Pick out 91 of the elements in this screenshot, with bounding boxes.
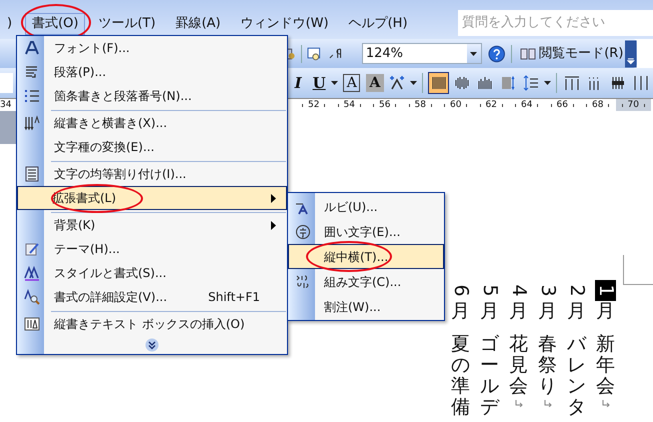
menu-item[interactable]: ルビ(U)... — [288, 194, 444, 219]
enclosed-character-icon — [294, 224, 310, 240]
menu-item[interactable]: フォント(F)... — [17, 36, 287, 60]
menu-item[interactable]: 書式の詳細設定(V)... Shift+F1 — [17, 285, 287, 309]
event-text: 春祭り — [538, 334, 557, 397]
styles-icon — [24, 265, 40, 281]
character-spacing-icon — [389, 75, 406, 91]
menu-item[interactable]: 縦書きと横書き(X)... — [17, 108, 287, 135]
ruler-number: 56 — [379, 100, 390, 110]
text-boundary-mark — [623, 255, 653, 285]
help-icon[interactable] — [488, 44, 506, 62]
toolbar-options-icon[interactable] — [625, 40, 638, 68]
event-text: ゴールデ — [480, 334, 499, 418]
ruler-number: 70 — [628, 100, 639, 110]
menu-item[interactable]: 文字の均等割り付け(I)... — [17, 159, 287, 186]
caret-icon — [330, 81, 338, 85]
ruler-number: 34 — [0, 100, 12, 110]
ruler-number: 62 — [486, 100, 497, 110]
menu-item[interactable]: 文字種の変換(E)... — [17, 135, 287, 159]
vertical-text-icon — [24, 115, 40, 131]
event-text: 新年会 — [596, 334, 615, 397]
caret-icon — [410, 81, 417, 85]
font-icon — [24, 40, 40, 56]
paragraph-icon — [24, 64, 40, 80]
menu-item[interactable]: ウィンドウ(W) — [234, 13, 336, 35]
month-text: 1月 — [595, 280, 616, 322]
search-field[interactable]: 質問を入力してください — [458, 10, 653, 36]
month-text: 3月 — [537, 283, 558, 322]
menu-item[interactable]: ) — [0, 13, 20, 35]
character-border-button[interactable]: A — [343, 74, 360, 92]
menu-item[interactable]: 縦中横(T)... — [288, 244, 444, 269]
menu-item[interactable]: ツール(T) — [91, 13, 163, 35]
combined-characters-icon — [294, 274, 310, 290]
menu-item[interactable]: 囲い文字(E)... — [288, 219, 444, 244]
vertical-ruler — [0, 111, 16, 144]
menu-item[interactable]: 罫線(A) — [168, 13, 228, 35]
month-text: 5月 — [479, 283, 500, 322]
menu-item[interactable]: 書式(O) — [25, 13, 86, 35]
toolbar-button[interactable] — [428, 72, 450, 94]
event-text: バレンタ — [567, 334, 586, 418]
magnifier-icon — [24, 289, 40, 305]
vertical-textbox-icon — [24, 316, 40, 332]
paragraph-mark-icon — [544, 399, 552, 407]
submenu-arrow-icon — [271, 220, 276, 230]
centered-lines-icon — [454, 75, 470, 91]
line-spacing-icon — [522, 75, 539, 91]
emphasis-lines-icon — [610, 75, 626, 91]
month-text: 4月 — [508, 283, 529, 322]
menu-item[interactable]: 箇条書きと段落番号(N)... — [17, 84, 287, 108]
italic-button[interactable]: I — [288, 72, 309, 94]
indent-lines-icon — [564, 75, 580, 91]
bullet-list-icon — [24, 88, 40, 104]
ruler-number: 54 — [344, 100, 355, 110]
vertical-lines-icon — [430, 75, 447, 91]
menu-item[interactable]: 組み文字(C)... — [288, 269, 444, 294]
bottom-aligned-lines-icon — [476, 75, 493, 91]
paragraph-mark-icon — [602, 399, 610, 407]
menu-item[interactable]: 背景(K) — [17, 210, 287, 237]
menu-item[interactable]: テーマ(H)... — [17, 237, 287, 261]
zoom-combo[interactable]: 124% — [362, 43, 482, 64]
lines-icon — [633, 75, 650, 91]
event-text: 夏の準備 — [451, 334, 470, 418]
event-text: 花見会 — [509, 334, 528, 397]
menu-item[interactable]: 段落(P)... — [17, 60, 287, 84]
underline-button[interactable]: U — [308, 72, 330, 94]
ruler-number: 66 — [556, 100, 568, 110]
menu-item[interactable]: 縦書きテキスト ボックスの挿入(O) — [17, 309, 287, 336]
menu-item[interactable]: 割注(W)... — [288, 294, 444, 319]
distribute-icon — [24, 166, 40, 182]
expand-chevron-icon[interactable] — [145, 338, 159, 352]
document-map-icon — [307, 46, 323, 62]
ruler-number: 60 — [450, 100, 462, 110]
ruler-number: 68 — [592, 100, 604, 110]
menu-item[interactable]: スタイルと書式(S)... — [17, 261, 287, 285]
theme-icon — [24, 241, 40, 257]
month-text: 2月 — [566, 283, 587, 322]
caret-icon — [544, 81, 551, 85]
month-text: 6月 — [450, 283, 471, 322]
ruler-number: 52 — [308, 100, 320, 110]
distributed-lines-icon — [500, 75, 516, 91]
submenu-arrow-icon — [271, 194, 276, 202]
font-size-field[interactable] — [0, 73, 14, 93]
paragraph-mark-icon — [514, 399, 522, 407]
book-icon — [520, 46, 536, 62]
ruler-number: 64 — [521, 100, 532, 110]
shortcut-text: Shift+F1 — [208, 289, 260, 306]
character-shading-button[interactable]: A — [366, 74, 384, 92]
caret-icon — [470, 52, 478, 56]
ruler-number: 58 — [414, 100, 426, 110]
menu-item[interactable]: ヘルプ(H) — [342, 13, 415, 35]
reading-mode-button[interactable]: 閲覧モード(R) — [518, 44, 626, 64]
